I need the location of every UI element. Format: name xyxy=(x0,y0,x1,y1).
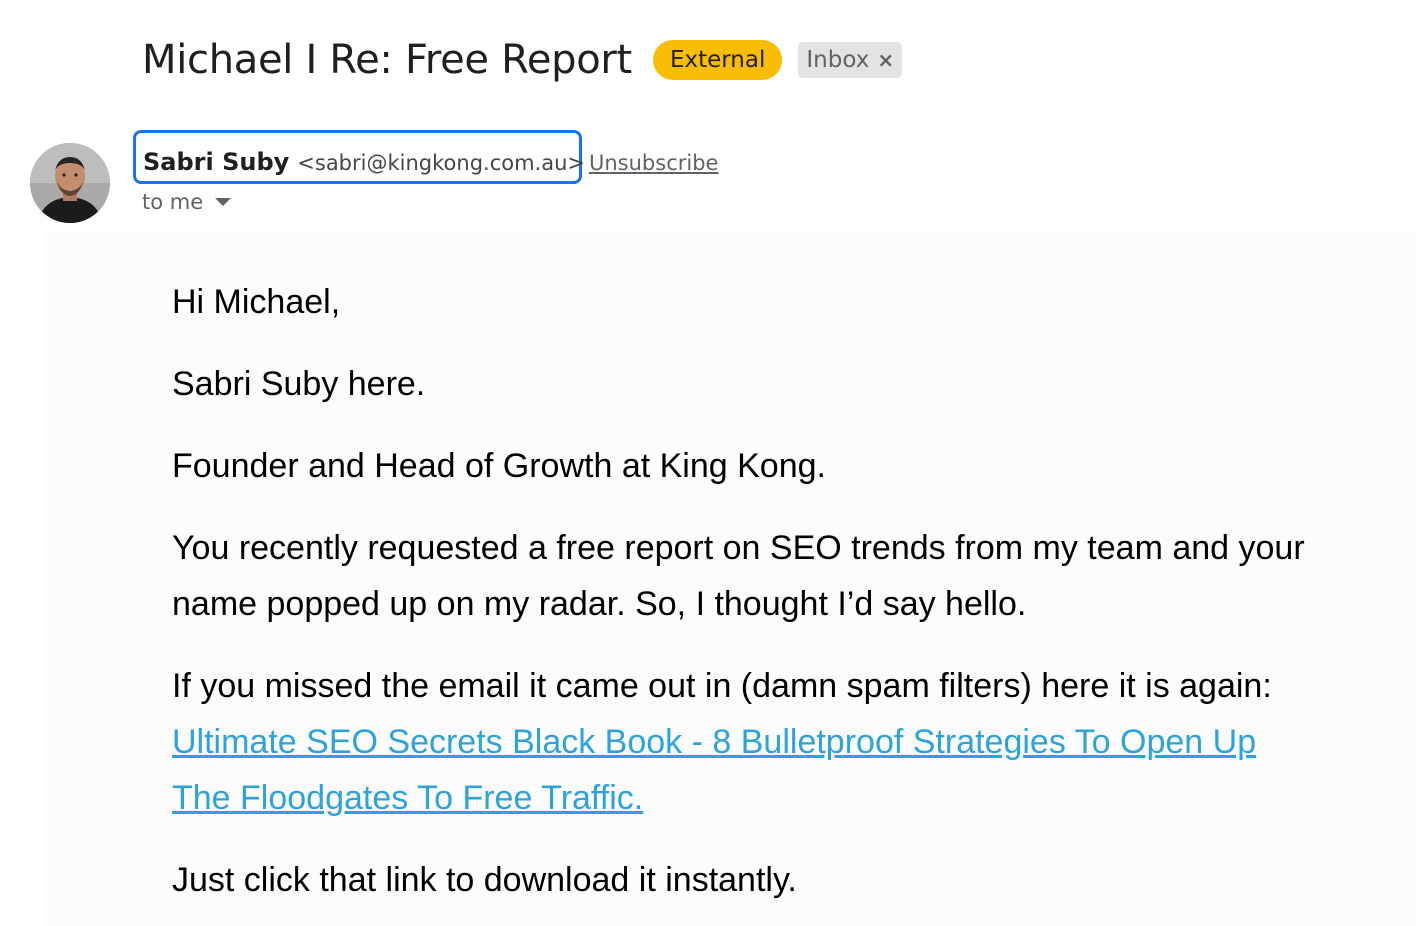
sender-row: Sabri Suby <sabri@kingkong.com.au> Unsub… xyxy=(143,148,718,176)
greeting: Hi Michael, xyxy=(172,283,341,321)
inbox-label-text: Inbox xyxy=(806,47,870,73)
request-paragraph: You recently requested a free report on … xyxy=(172,529,1305,623)
message-body: Hi Michael, Sabri Suby here. Founder and… xyxy=(172,274,1312,926)
recipient-text: to me xyxy=(142,190,204,214)
report-download-link[interactable]: Ultimate SEO Secrets Black Book - 8 Bull… xyxy=(172,723,1256,817)
caret-down-icon[interactable] xyxy=(215,198,232,206)
sender-name[interactable]: Sabri Suby xyxy=(143,148,289,176)
subject-row: Michael I Re: Free Report External Inbox… xyxy=(142,32,903,88)
inbox-label[interactable]: Inbox × xyxy=(798,42,903,78)
intro-line: Sabri Suby here. xyxy=(172,365,426,403)
sender-email[interactable]: <sabri@kingkong.com.au> xyxy=(297,151,585,175)
recipient-details-toggle[interactable]: to me xyxy=(142,190,232,214)
avatar[interactable] xyxy=(30,143,110,223)
missed-email-paragraph: If you missed the email it came out in (… xyxy=(172,658,1312,826)
unsubscribe-link[interactable]: Unsubscribe xyxy=(589,151,718,175)
avatar-image xyxy=(30,143,110,223)
missed-email-text: If you missed the email it came out in (… xyxy=(172,667,1272,705)
title-line: Founder and Head of Growth at King Kong. xyxy=(172,447,826,485)
close-icon[interactable]: × xyxy=(877,42,894,78)
email-view: Michael I Re: Free Report External Inbox… xyxy=(0,0,1416,926)
closing-line: Just click that link to download it inst… xyxy=(172,861,797,899)
email-subject: Michael I Re: Free Report xyxy=(142,37,632,83)
external-badge: External xyxy=(652,40,783,80)
